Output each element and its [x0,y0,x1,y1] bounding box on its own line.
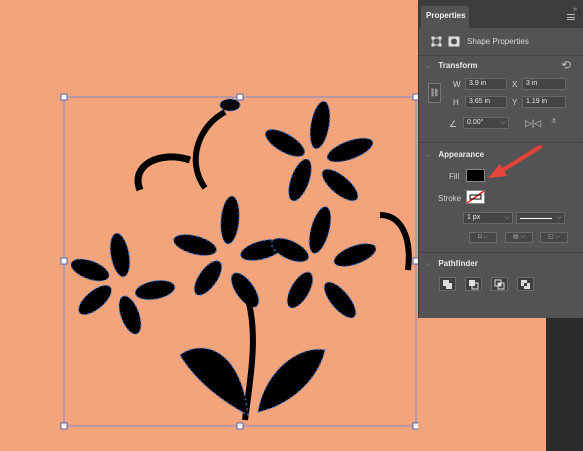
workspace-background [546,318,583,451]
link-dimensions-button[interactable]: ⛓ [428,83,441,103]
divider [419,55,583,56]
flower-shapes [70,98,412,421]
chevron-down-icon: ⌵ [500,119,506,126]
stroke-cap-dropdown[interactable]: ▤ ⌵ [505,232,533,243]
pathfinder-title: Pathfinder [438,259,478,268]
divider [419,252,583,253]
exclude-icon [521,280,530,289]
stroke-label: Stroke [438,194,462,203]
shape-properties-row: Shape Properties [419,32,583,52]
transform-section-header[interactable]: ⌵ Transform [425,61,477,71]
stroke-corner-dropdown[interactable]: ◱ ⌵ [540,232,568,243]
stroke-style-dropdown[interactable]: ⌵ [516,212,565,224]
chevron-down-icon: ⌵ [425,261,431,268]
chevron-down-icon: ⌵ [504,214,510,221]
fill-label: Fill [449,172,460,181]
transform-title: Transform [438,61,478,70]
chevron-down-icon: ⌵ [425,63,431,70]
red-arrow-annotation [488,145,542,178]
unite-icon [443,280,452,289]
mask-icon[interactable] [448,36,460,47]
reset-transform-icon[interactable]: ⟲ [561,58,571,72]
stroke-color-swatch[interactable] [466,190,485,204]
appearance-title: Appearance [438,150,485,159]
width-field[interactable]: 3.9 in [465,78,507,90]
panel-menu-icon[interactable] [567,14,575,20]
transform-shape-icon[interactable] [431,36,442,47]
angle-field[interactable]: 0.00° ⌵ [463,117,509,129]
pathfinder-intersect-button[interactable] [491,277,508,291]
chevron-down-icon: ⌵ [556,214,562,221]
pathfinder-exclude-button[interactable] [517,277,534,291]
stroke-line-preview [520,218,552,219]
x-label: X [512,80,518,89]
intersect-icon [494,279,505,290]
width-label: W [453,80,461,89]
pathfinder-subtract-button[interactable] [465,277,482,291]
appearance-section-header[interactable]: ⌵ Appearance [425,150,484,160]
tab-properties[interactable]: Properties [421,6,469,28]
shape-properties-label: Shape Properties [467,37,529,46]
stroke-width-value: 1 px [467,214,481,221]
flip-horizontal-icon[interactable]: ▷|◁ [525,118,541,129]
angle-icon: ∠ [449,119,458,129]
y-field[interactable]: 1.19 in [522,96,566,108]
x-field[interactable]: 3 in [522,78,566,90]
subtract-icon [469,280,479,290]
pathfinder-section-header[interactable]: ⌵ Pathfinder [425,259,478,269]
pathfinder-unite-button[interactable] [439,277,456,291]
flip-vertical-icon[interactable]: ⩡ [551,116,557,127]
chevron-down-icon: ⌵ [425,152,431,159]
collapse-panel-icon[interactable]: » [573,6,577,13]
angle-value: 0.00° [467,119,484,126]
stroke-align-dropdown[interactable]: ◘ ⌵ [469,232,497,243]
y-label: Y [512,98,518,107]
flower-artwork[interactable] [0,0,418,451]
height-field[interactable]: 3.65 in [465,96,507,108]
height-label: H [453,98,459,107]
panel-tab-bar: Properties » [419,0,583,28]
stroke-width-field[interactable]: 1 px ⌵ [463,212,513,224]
